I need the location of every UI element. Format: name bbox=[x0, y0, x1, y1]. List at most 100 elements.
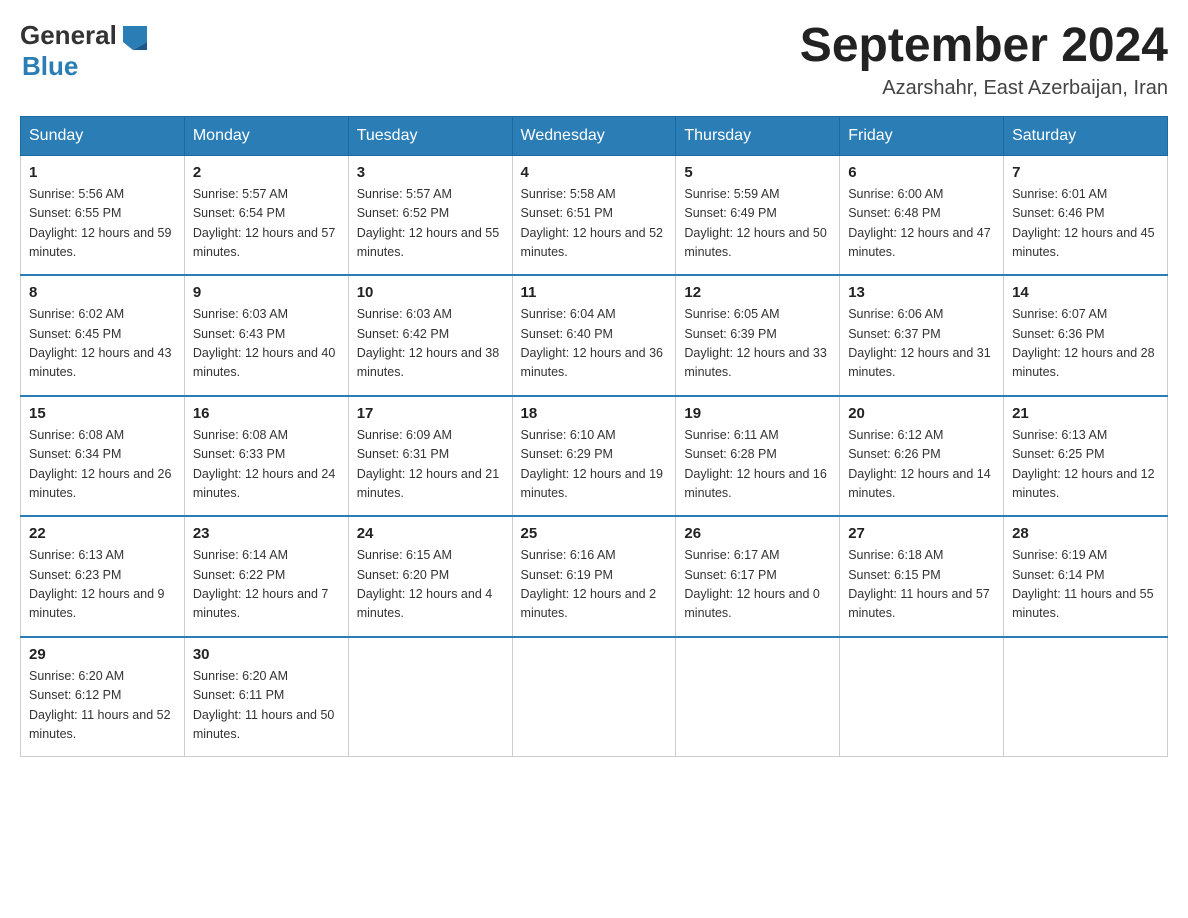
day-info: Sunrise: 6:18 AMSunset: 6:15 PMDaylight:… bbox=[848, 546, 995, 624]
day-info: Sunrise: 6:08 AMSunset: 6:33 PMDaylight:… bbox=[193, 426, 340, 504]
month-title: September 2024 bbox=[800, 20, 1168, 73]
day-number: 21 bbox=[1012, 405, 1159, 422]
day-cell: 17 Sunrise: 6:09 AMSunset: 6:31 PMDaylig… bbox=[348, 396, 512, 517]
day-info: Sunrise: 6:13 AMSunset: 6:25 PMDaylight:… bbox=[1012, 426, 1159, 504]
logo-general: General bbox=[20, 20, 117, 51]
day-number: 25 bbox=[521, 525, 668, 542]
day-cell: 29 Sunrise: 6:20 AMSunset: 6:12 PMDaylig… bbox=[21, 637, 185, 757]
day-number: 24 bbox=[357, 525, 504, 542]
day-cell: 7 Sunrise: 6:01 AMSunset: 6:46 PMDayligh… bbox=[1004, 155, 1168, 275]
day-info: Sunrise: 6:20 AMSunset: 6:11 PMDaylight:… bbox=[193, 667, 340, 745]
day-info: Sunrise: 6:20 AMSunset: 6:12 PMDaylight:… bbox=[29, 667, 176, 745]
day-number: 14 bbox=[1012, 284, 1159, 301]
day-cell: 16 Sunrise: 6:08 AMSunset: 6:33 PMDaylig… bbox=[184, 396, 348, 517]
day-number: 20 bbox=[848, 405, 995, 422]
day-info: Sunrise: 6:12 AMSunset: 6:26 PMDaylight:… bbox=[848, 426, 995, 504]
day-number: 9 bbox=[193, 284, 340, 301]
day-cell: 28 Sunrise: 6:19 AMSunset: 6:14 PMDaylig… bbox=[1004, 516, 1168, 637]
header-cell-saturday: Saturday bbox=[1004, 116, 1168, 155]
day-info: Sunrise: 5:56 AMSunset: 6:55 PMDaylight:… bbox=[29, 185, 176, 263]
day-cell: 4 Sunrise: 5:58 AMSunset: 6:51 PMDayligh… bbox=[512, 155, 676, 275]
day-cell: 30 Sunrise: 6:20 AMSunset: 6:11 PMDaylig… bbox=[184, 637, 348, 757]
day-info: Sunrise: 6:08 AMSunset: 6:34 PMDaylight:… bbox=[29, 426, 176, 504]
day-cell: 1 Sunrise: 5:56 AMSunset: 6:55 PMDayligh… bbox=[21, 155, 185, 275]
title-area: September 2024 Azarshahr, East Azerbaija… bbox=[800, 20, 1168, 100]
day-info: Sunrise: 6:16 AMSunset: 6:19 PMDaylight:… bbox=[521, 546, 668, 624]
day-cell bbox=[840, 637, 1004, 757]
day-cell bbox=[512, 637, 676, 757]
week-row-1: 1 Sunrise: 5:56 AMSunset: 6:55 PMDayligh… bbox=[21, 155, 1168, 275]
logo-triangle-icon bbox=[119, 22, 147, 50]
day-cell: 5 Sunrise: 5:59 AMSunset: 6:49 PMDayligh… bbox=[676, 155, 840, 275]
day-info: Sunrise: 6:04 AMSunset: 6:40 PMDaylight:… bbox=[521, 305, 668, 383]
day-info: Sunrise: 6:03 AMSunset: 6:42 PMDaylight:… bbox=[357, 305, 504, 383]
logo: General Blue bbox=[20, 20, 180, 82]
day-info: Sunrise: 6:01 AMSunset: 6:46 PMDaylight:… bbox=[1012, 185, 1159, 263]
calendar-table: SundayMondayTuesdayWednesdayThursdayFrid… bbox=[20, 116, 1168, 758]
day-cell: 23 Sunrise: 6:14 AMSunset: 6:22 PMDaylig… bbox=[184, 516, 348, 637]
day-info: Sunrise: 6:14 AMSunset: 6:22 PMDaylight:… bbox=[193, 546, 340, 624]
day-info: Sunrise: 6:10 AMSunset: 6:29 PMDaylight:… bbox=[521, 426, 668, 504]
day-number: 26 bbox=[684, 525, 831, 542]
day-cell: 11 Sunrise: 6:04 AMSunset: 6:40 PMDaylig… bbox=[512, 275, 676, 396]
day-info: Sunrise: 6:17 AMSunset: 6:17 PMDaylight:… bbox=[684, 546, 831, 624]
day-cell: 8 Sunrise: 6:02 AMSunset: 6:45 PMDayligh… bbox=[21, 275, 185, 396]
day-info: Sunrise: 5:57 AMSunset: 6:54 PMDaylight:… bbox=[193, 185, 340, 263]
week-row-4: 22 Sunrise: 6:13 AMSunset: 6:23 PMDaylig… bbox=[21, 516, 1168, 637]
header-cell-sunday: Sunday bbox=[21, 116, 185, 155]
day-cell: 2 Sunrise: 5:57 AMSunset: 6:54 PMDayligh… bbox=[184, 155, 348, 275]
day-number: 23 bbox=[193, 525, 340, 542]
day-number: 16 bbox=[193, 405, 340, 422]
header-cell-tuesday: Tuesday bbox=[348, 116, 512, 155]
day-info: Sunrise: 6:00 AMSunset: 6:48 PMDaylight:… bbox=[848, 185, 995, 263]
day-info: Sunrise: 6:13 AMSunset: 6:23 PMDaylight:… bbox=[29, 546, 176, 624]
day-number: 28 bbox=[1012, 525, 1159, 542]
day-number: 13 bbox=[848, 284, 995, 301]
day-number: 7 bbox=[1012, 164, 1159, 181]
day-number: 29 bbox=[29, 646, 176, 663]
day-info: Sunrise: 6:09 AMSunset: 6:31 PMDaylight:… bbox=[357, 426, 504, 504]
week-row-3: 15 Sunrise: 6:08 AMSunset: 6:34 PMDaylig… bbox=[21, 396, 1168, 517]
day-info: Sunrise: 6:19 AMSunset: 6:14 PMDaylight:… bbox=[1012, 546, 1159, 624]
day-number: 11 bbox=[521, 284, 668, 301]
week-row-2: 8 Sunrise: 6:02 AMSunset: 6:45 PMDayligh… bbox=[21, 275, 1168, 396]
week-row-5: 29 Sunrise: 6:20 AMSunset: 6:12 PMDaylig… bbox=[21, 637, 1168, 757]
day-number: 2 bbox=[193, 164, 340, 181]
day-cell: 24 Sunrise: 6:15 AMSunset: 6:20 PMDaylig… bbox=[348, 516, 512, 637]
day-cell: 25 Sunrise: 6:16 AMSunset: 6:19 PMDaylig… bbox=[512, 516, 676, 637]
header-cell-wednesday: Wednesday bbox=[512, 116, 676, 155]
day-number: 4 bbox=[521, 164, 668, 181]
day-number: 1 bbox=[29, 164, 176, 181]
day-info: Sunrise: 5:59 AMSunset: 6:49 PMDaylight:… bbox=[684, 185, 831, 263]
day-number: 18 bbox=[521, 405, 668, 422]
day-cell: 6 Sunrise: 6:00 AMSunset: 6:48 PMDayligh… bbox=[840, 155, 1004, 275]
day-cell: 10 Sunrise: 6:03 AMSunset: 6:42 PMDaylig… bbox=[348, 275, 512, 396]
day-cell: 9 Sunrise: 6:03 AMSunset: 6:43 PMDayligh… bbox=[184, 275, 348, 396]
day-number: 6 bbox=[848, 164, 995, 181]
day-number: 30 bbox=[193, 646, 340, 663]
day-info: Sunrise: 6:03 AMSunset: 6:43 PMDaylight:… bbox=[193, 305, 340, 383]
day-cell: 14 Sunrise: 6:07 AMSunset: 6:36 PMDaylig… bbox=[1004, 275, 1168, 396]
day-number: 3 bbox=[357, 164, 504, 181]
header-cell-thursday: Thursday bbox=[676, 116, 840, 155]
day-info: Sunrise: 6:15 AMSunset: 6:20 PMDaylight:… bbox=[357, 546, 504, 624]
day-cell: 26 Sunrise: 6:17 AMSunset: 6:17 PMDaylig… bbox=[676, 516, 840, 637]
day-number: 5 bbox=[684, 164, 831, 181]
day-cell: 22 Sunrise: 6:13 AMSunset: 6:23 PMDaylig… bbox=[21, 516, 185, 637]
day-cell: 12 Sunrise: 6:05 AMSunset: 6:39 PMDaylig… bbox=[676, 275, 840, 396]
day-info: Sunrise: 6:06 AMSunset: 6:37 PMDaylight:… bbox=[848, 305, 995, 383]
day-cell: 27 Sunrise: 6:18 AMSunset: 6:15 PMDaylig… bbox=[840, 516, 1004, 637]
day-cell: 20 Sunrise: 6:12 AMSunset: 6:26 PMDaylig… bbox=[840, 396, 1004, 517]
header-cell-monday: Monday bbox=[184, 116, 348, 155]
day-cell: 15 Sunrise: 6:08 AMSunset: 6:34 PMDaylig… bbox=[21, 396, 185, 517]
day-number: 15 bbox=[29, 405, 176, 422]
logo-blue: Blue bbox=[22, 51, 78, 82]
day-number: 27 bbox=[848, 525, 995, 542]
header: General Blue September 2024 Azarshahr, E… bbox=[20, 20, 1168, 100]
day-info: Sunrise: 5:57 AMSunset: 6:52 PMDaylight:… bbox=[357, 185, 504, 263]
day-info: Sunrise: 5:58 AMSunset: 6:51 PMDaylight:… bbox=[521, 185, 668, 263]
day-cell: 18 Sunrise: 6:10 AMSunset: 6:29 PMDaylig… bbox=[512, 396, 676, 517]
day-number: 17 bbox=[357, 405, 504, 422]
day-number: 22 bbox=[29, 525, 176, 542]
day-info: Sunrise: 6:02 AMSunset: 6:45 PMDaylight:… bbox=[29, 305, 176, 383]
